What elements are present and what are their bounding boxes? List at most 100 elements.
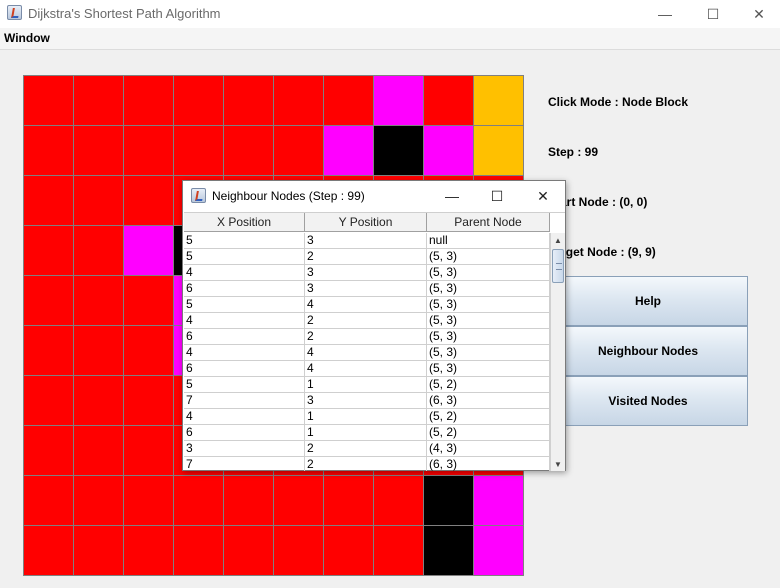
grid-cell[interactable]: [324, 76, 373, 125]
grid-cell[interactable]: [24, 476, 73, 525]
maximize-button[interactable]: ☐: [690, 0, 736, 28]
table-cell: (4, 3): [427, 441, 550, 457]
grid-cell[interactable]: [74, 426, 123, 475]
grid-cell[interactable]: [224, 76, 273, 125]
column-header-x[interactable]: X Position: [184, 213, 305, 232]
grid-cell[interactable]: [124, 126, 173, 175]
grid-cell[interactable]: [124, 176, 173, 225]
grid-cell[interactable]: [74, 126, 123, 175]
grid-cell[interactable]: [474, 476, 523, 525]
close-button[interactable]: ✕: [736, 0, 780, 28]
grid-cell[interactable]: [174, 126, 223, 175]
grid-cell[interactable]: [274, 126, 323, 175]
table-cell: 6: [184, 361, 305, 377]
grid-cell[interactable]: [324, 476, 373, 525]
grid-cell[interactable]: [74, 526, 123, 575]
grid-cell[interactable]: [374, 126, 423, 175]
table-row[interactable]: 5 1 (5, 2): [184, 377, 550, 393]
scroll-up-icon[interactable]: ▲: [551, 233, 565, 247]
java-app-icon: [191, 188, 206, 203]
grid-cell[interactable]: [124, 226, 173, 275]
dialog-minimize-button[interactable]: —: [429, 181, 475, 211]
table-row[interactable]: 4 1 (5, 2): [184, 409, 550, 425]
menu-window[interactable]: Window: [4, 31, 50, 45]
grid-cell[interactable]: [424, 476, 473, 525]
grid-cell[interactable]: [174, 476, 223, 525]
table-row[interactable]: 3 2 (4, 3): [184, 441, 550, 457]
neighbour-nodes-button[interactable]: Neighbour Nodes: [548, 326, 748, 376]
grid-cell[interactable]: [124, 376, 173, 425]
grid-cell[interactable]: [74, 276, 123, 325]
grid-cell[interactable]: [224, 476, 273, 525]
table-row[interactable]: 5 4 (5, 3): [184, 297, 550, 313]
table-row[interactable]: 7 2 (6, 3): [184, 457, 550, 471]
grid-cell[interactable]: [374, 76, 423, 125]
grid-cell[interactable]: [424, 526, 473, 575]
grid-cell[interactable]: [474, 76, 523, 125]
grid-cell[interactable]: [474, 126, 523, 175]
grid-cell[interactable]: [74, 376, 123, 425]
grid-cell[interactable]: [274, 526, 323, 575]
vertical-scrollbar[interactable]: ▲ ▼: [550, 233, 565, 471]
grid-cell[interactable]: [324, 526, 373, 575]
grid-cell[interactable]: [274, 476, 323, 525]
grid-cell[interactable]: [24, 226, 73, 275]
table-cell: (5, 3): [427, 345, 550, 361]
table-row[interactable]: 4 3 (5, 3): [184, 265, 550, 281]
table-row[interactable]: 6 1 (5, 2): [184, 425, 550, 441]
minimize-button[interactable]: —: [642, 0, 688, 28]
click-mode-label: Click Mode : Node Block: [548, 95, 689, 109]
column-header-parent[interactable]: Parent Node: [427, 213, 550, 232]
dialog-close-button[interactable]: ✕: [520, 181, 566, 211]
grid-cell[interactable]: [24, 326, 73, 375]
grid-cell[interactable]: [174, 526, 223, 575]
scroll-down-icon[interactable]: ▼: [551, 457, 565, 471]
grid-cell[interactable]: [24, 176, 73, 225]
grid-cell[interactable]: [124, 526, 173, 575]
table-cell: 3: [305, 281, 427, 297]
grid-cell[interactable]: [424, 126, 473, 175]
visited-nodes-button[interactable]: Visited Nodes: [548, 376, 748, 426]
grid-cell[interactable]: [124, 326, 173, 375]
grid-cell[interactable]: [74, 76, 123, 125]
table-row[interactable]: 6 3 (5, 3): [184, 281, 550, 297]
table-row[interactable]: 4 4 (5, 3): [184, 345, 550, 361]
grid-cell[interactable]: [324, 126, 373, 175]
scroll-thumb[interactable]: [552, 249, 564, 283]
table-row[interactable]: 5 3 null: [184, 233, 550, 249]
grid-cell[interactable]: [224, 126, 273, 175]
table-row[interactable]: 4 2 (5, 3): [184, 313, 550, 329]
table-cell: 4: [184, 345, 305, 361]
grid-cell[interactable]: [424, 76, 473, 125]
grid-cell[interactable]: [124, 76, 173, 125]
grid-cell[interactable]: [74, 226, 123, 275]
grid-cell[interactable]: [374, 526, 423, 575]
grid-cell[interactable]: [24, 126, 73, 175]
table-row[interactable]: 6 2 (5, 3): [184, 329, 550, 345]
grid-cell[interactable]: [24, 76, 73, 125]
grid-cell[interactable]: [124, 276, 173, 325]
grid-cell[interactable]: [124, 426, 173, 475]
table-row[interactable]: 7 3 (6, 3): [184, 393, 550, 409]
table-row[interactable]: 6 4 (5, 3): [184, 361, 550, 377]
table-cell: 7: [184, 457, 305, 471]
grid-cell[interactable]: [274, 76, 323, 125]
grid-cell[interactable]: [474, 526, 523, 575]
column-header-y[interactable]: Y Position: [305, 213, 427, 232]
grid-cell[interactable]: [124, 476, 173, 525]
table-row[interactable]: 5 2 (5, 3): [184, 249, 550, 265]
grid-cell[interactable]: [24, 276, 73, 325]
neighbour-table: X Position Y Position Parent Node 5 3 null…: [184, 212, 565, 471]
grid-cell[interactable]: [24, 376, 73, 425]
java-app-icon: [7, 5, 22, 20]
grid-cell[interactable]: [74, 326, 123, 375]
help-button[interactable]: Help: [548, 276, 748, 326]
grid-cell[interactable]: [74, 176, 123, 225]
dialog-maximize-button[interactable]: ☐: [474, 181, 520, 211]
grid-cell[interactable]: [24, 426, 73, 475]
grid-cell[interactable]: [74, 476, 123, 525]
grid-cell[interactable]: [224, 526, 273, 575]
grid-cell[interactable]: [24, 526, 73, 575]
grid-cell[interactable]: [174, 76, 223, 125]
grid-cell[interactable]: [374, 476, 423, 525]
